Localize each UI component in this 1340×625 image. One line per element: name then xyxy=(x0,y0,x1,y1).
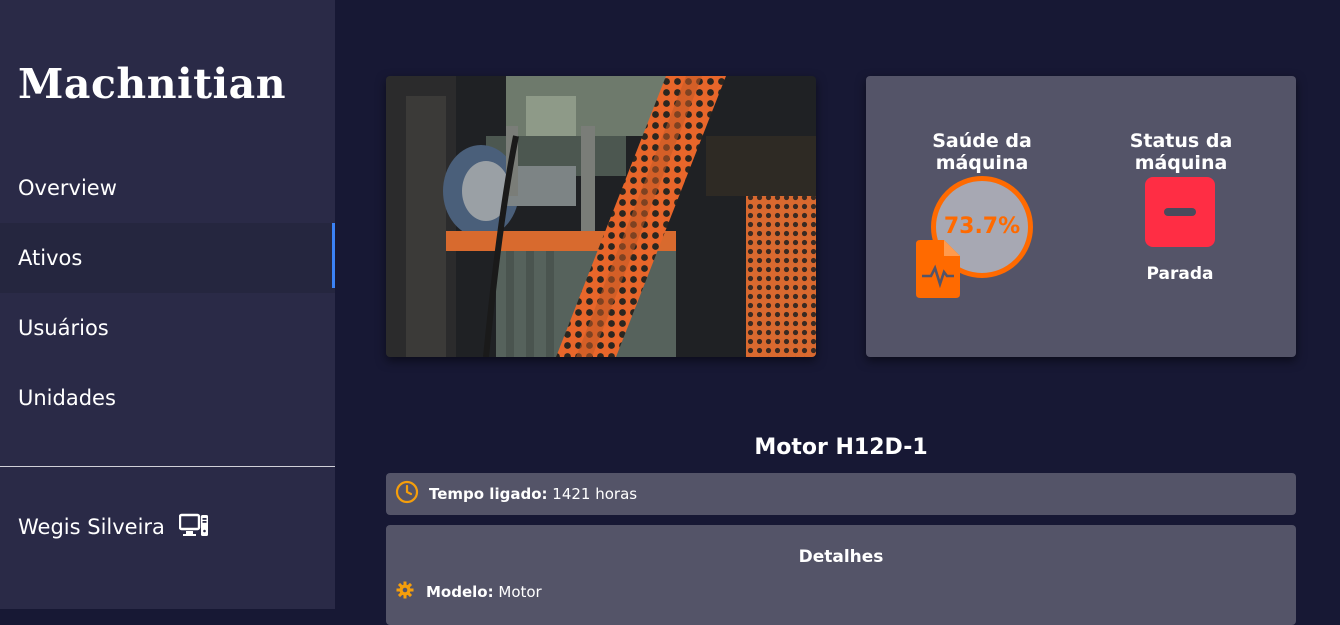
clock-icon xyxy=(395,480,419,508)
health-title: Saúde da máquina xyxy=(932,130,1032,174)
uptime-label: Tempo ligado: xyxy=(429,485,548,503)
machine-stopped-button[interactable] xyxy=(1145,177,1215,247)
machine-status-label: Parada xyxy=(1146,264,1214,284)
sidebar-item-ativos[interactable]: Ativos xyxy=(0,223,335,293)
asset-title: Motor H12D-1 xyxy=(754,435,928,460)
sidebar-item-usuarios[interactable]: Usuários xyxy=(0,293,335,363)
sidebar-nav: Overview Ativos Usuários Unidades xyxy=(0,153,335,433)
details-title: Detalhes xyxy=(798,547,884,567)
sidebar-item-unidades[interactable]: Unidades xyxy=(0,363,335,433)
machine-photo xyxy=(386,76,816,357)
health-report-icon xyxy=(916,240,960,298)
gear-icon xyxy=(396,581,414,603)
detail-row-model: Modelo: Motor xyxy=(396,581,542,603)
sidebar-item-overview[interactable]: Overview xyxy=(0,153,335,223)
model-label: Modelo: xyxy=(426,583,494,601)
computer-icon xyxy=(178,512,209,543)
user-name: Wegis Silveira xyxy=(18,515,165,539)
minus-icon xyxy=(1164,208,1196,216)
details-card: Detalhes Modelo: Motor xyxy=(386,525,1296,625)
model-value: Motor xyxy=(498,583,542,601)
status-card: Saúde da máquina Status da máquina 73.7%… xyxy=(866,76,1296,357)
uptime-bar: Tempo ligado: 1421 horas xyxy=(386,473,1296,515)
uptime-value: 1421 horas xyxy=(552,485,638,503)
user-menu[interactable]: Wegis Silveira xyxy=(18,510,209,544)
main-content: Saúde da máquina Status da máquina 73.7%… xyxy=(335,0,1340,625)
brand-logo[interactable]: Machnitian xyxy=(18,60,286,108)
machine-status-title: Status da máquina xyxy=(1129,130,1233,174)
sidebar-divider xyxy=(0,466,335,467)
sidebar: Machnitian Overview Ativos Usuários Unid… xyxy=(0,0,335,609)
